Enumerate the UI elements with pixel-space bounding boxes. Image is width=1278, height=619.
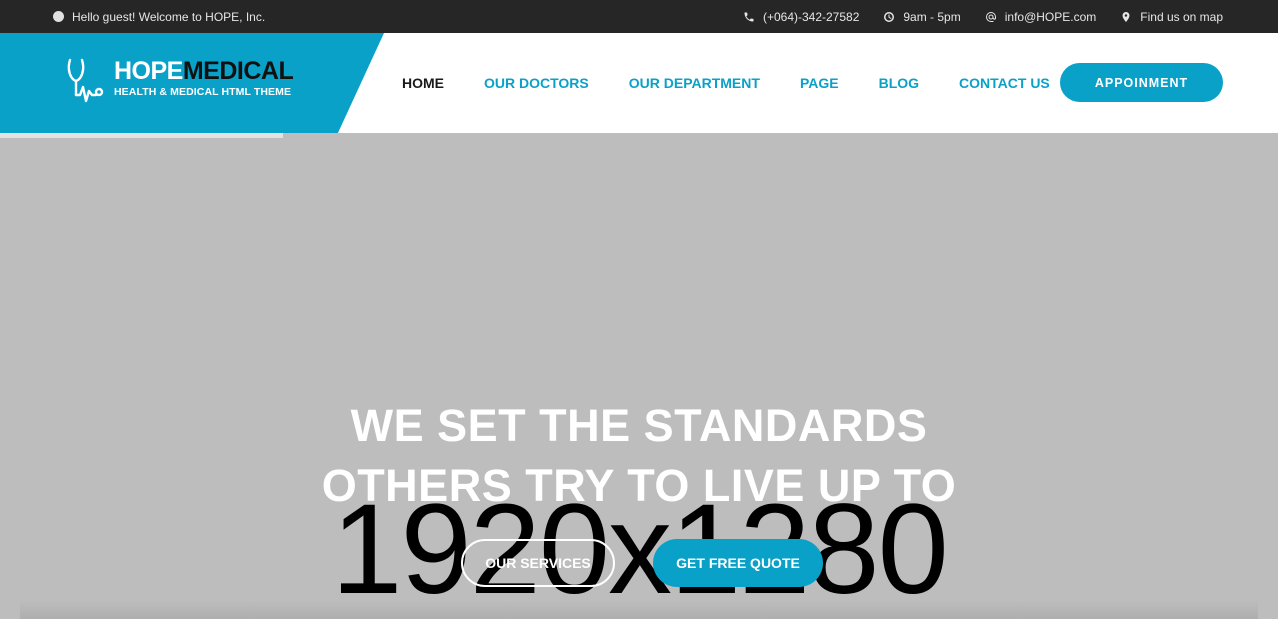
nav-item-contact-us[interactable]: CONTACT US	[959, 75, 1050, 91]
map-text: Find us on map	[1140, 9, 1223, 24]
email-text: info@HOPE.com	[1004, 9, 1097, 24]
nav-item-blog[interactable]: BLOG	[879, 75, 919, 91]
map-pin-icon	[1122, 11, 1130, 22]
hours-contact: 9am - 5pm	[883, 9, 961, 24]
hours-text: 9am - 5pm	[903, 9, 961, 24]
main-nav: HOME OUR DOCTORS OUR DEPARTMENT PAGE BLO…	[402, 33, 1050, 133]
site-logo[interactable]: HOPEMEDICAL HEALTH & MEDICAL HTML THEME	[66, 57, 294, 103]
slider-progress-bar	[0, 133, 283, 138]
nav-item-home[interactable]: HOME	[402, 75, 444, 91]
appointment-button[interactable]: APPOINMENT	[1060, 63, 1223, 102]
nav-item-our-department[interactable]: OUR DEPARTMENT	[629, 75, 760, 91]
section-shadow	[20, 600, 1258, 619]
brand-tagline: HEALTH & MEDICAL HTML THEME	[114, 86, 292, 98]
top-bar: Hello guest! Welcome to HOPE, Inc. (+064…	[0, 0, 1278, 33]
welcome-message: Hello guest! Welcome to HOPE, Inc.	[53, 0, 265, 33]
email-contact[interactable]: info@HOPE.com	[985, 9, 1097, 24]
phone-contact[interactable]: (+064)-342-27582	[743, 10, 859, 24]
map-contact[interactable]: Find us on map	[1120, 10, 1223, 24]
phone-text: (+064)-342-27582	[762, 9, 860, 24]
stethoscope-icon	[67, 58, 104, 103]
hero-headline: WE SET THE STANDARDS OTHERS TRY TO LIVE …	[0, 396, 1278, 516]
get-free-quote-button[interactable]: GET FREE QUOTE	[653, 539, 823, 587]
at-sign-icon	[985, 11, 996, 22]
site-header: HOPEMEDICAL HEALTH & MEDICAL HTML THEME …	[0, 33, 1278, 133]
hero-headline-line-1: WE SET THE STANDARDS	[350, 400, 928, 451]
status-dot-icon	[53, 11, 64, 22]
our-services-button[interactable]: OUR SERVICES	[461, 539, 615, 587]
brand-name: HOPEMEDICAL	[114, 57, 294, 85]
welcome-text: Hello guest! Welcome to HOPE, Inc.	[72, 9, 266, 24]
clock-icon	[884, 11, 895, 22]
nav-item-page[interactable]: PAGE	[800, 75, 839, 91]
nav-item-our-doctors[interactable]: OUR DOCTORS	[484, 75, 589, 91]
contact-info: (+064)-342-27582 9am - 5pm info@HOPE.com…	[743, 0, 1223, 33]
phone-icon	[744, 12, 754, 21]
hero-headline-line-2: OTHERS TRY TO LIVE UP TO	[321, 460, 957, 511]
